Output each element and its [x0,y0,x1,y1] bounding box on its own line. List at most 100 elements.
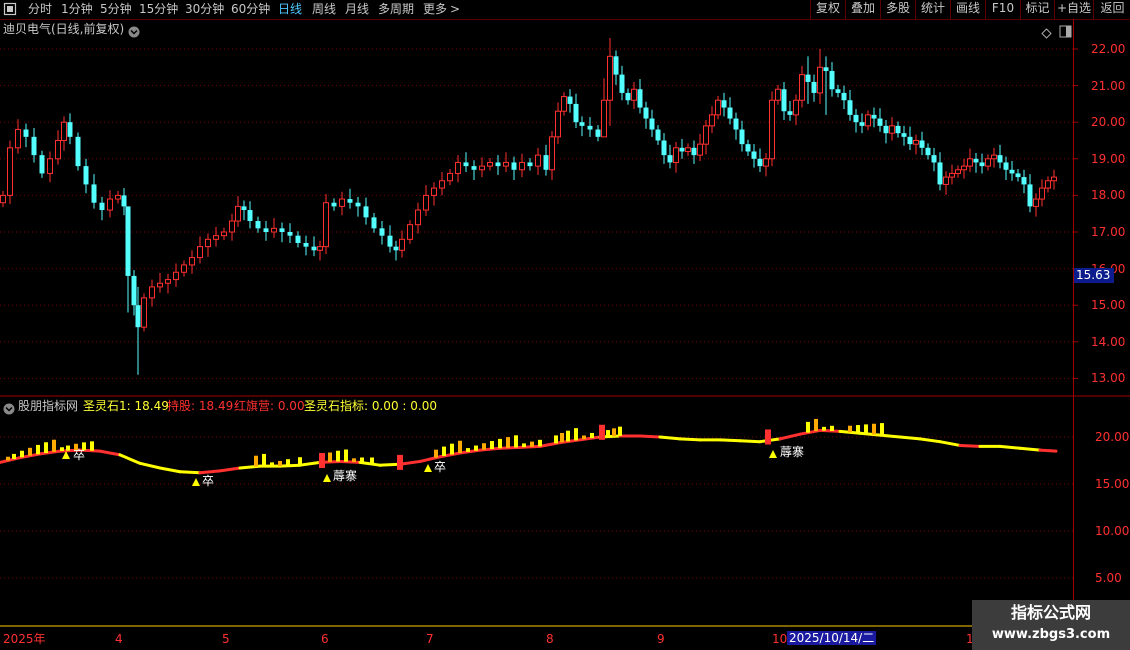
indicator-bar [458,440,462,453]
indicator-name[interactable]: 股朋指标网 [18,399,78,413]
indicator-line-segment [178,470,202,475]
candle-body-down [1015,173,1021,178]
mark-button[interactable]: 标记 [1020,0,1054,19]
candle-body-down [511,162,517,170]
indicator-chevron-icon[interactable] [3,400,15,419]
indicator-line-segment [878,433,902,439]
f10-button[interactable]: F10 [985,0,1020,19]
price-tick-label: 17.00 [1091,225,1126,239]
candle-body-down [573,103,579,123]
candle-body-down [859,122,865,126]
indicator-value-4: 圣灵石指标: 0.00 : 0.00 [304,399,437,413]
price-tick-label: 18.00 [1091,188,1126,203]
indicator-line-segment [718,438,742,443]
candle-body-down [279,228,285,232]
period-tab-daily[interactable]: 日线 [278,1,302,18]
stats-button[interactable]: 统计 [915,0,950,19]
candle-body-down [527,162,533,167]
indicator-bar [864,424,868,434]
menu-square-icon[interactable] [3,2,17,19]
candle-body-down [721,100,727,108]
candle-body-up [55,140,61,160]
candle-body-up [685,147,691,152]
candle-body-up [943,176,949,185]
indicator-line-segment [98,449,122,457]
candle-body-down [679,147,685,152]
fuquan-button[interactable]: 复权 [810,0,845,19]
candle-body-down [543,155,549,170]
indicator-line-segment [158,466,182,474]
add-watchlist-button[interactable]: +自选 [1054,0,1093,19]
candle-body-up [115,194,121,200]
indicator-red-block [765,429,771,445]
period-tab-15min[interactable]: 15分钟 [139,1,178,18]
draw-line-button[interactable]: 画线 [950,0,985,19]
overlay-button[interactable]: 叠加 [845,0,880,19]
candle-body-down [131,275,137,306]
indicator-bar [606,430,610,437]
indicator-line-segment [738,439,762,444]
candle-body-up [561,96,567,112]
indicator-bar [830,425,834,431]
candle-body-down [387,235,393,247]
candle-body-up [423,194,429,211]
panel-toggle-icon[interactable] [1059,23,1072,42]
candle-body-up [229,220,235,233]
candle-body-down [1009,169,1015,174]
indicator-line-segment [218,466,242,473]
signal-label: 蓐寨 [780,445,805,459]
indicator-bar [298,457,302,466]
indicator-bar [814,418,818,432]
candle-body-down [99,202,105,211]
candle-body-down [979,162,985,167]
candle-body-up [1033,198,1039,207]
indicator-bar [286,459,290,466]
period-tab-fenshi[interactable]: 分时 [28,1,52,18]
multi-stock-button[interactable]: 多股 [880,0,915,19]
indicator-line-segment [898,435,922,441]
price-tick-label: 21.00 [1091,78,1126,93]
period-tab-5min[interactable]: 5分钟 [100,1,132,18]
candlesticks [0,38,1057,375]
candle-body-up [447,172,453,182]
chart-area[interactable] [0,19,1130,650]
indicator-line-segment [918,437,942,444]
back-button[interactable]: 返回 [1093,0,1130,19]
more-chevron-icon[interactable]: > [450,1,460,18]
period-tab-60min[interactable]: 60分钟 [231,1,270,18]
candle-body-up [399,238,405,251]
period-tab-multi[interactable]: 多周期 [378,1,414,18]
candle-body-up [913,140,919,145]
period-tab-weekly[interactable]: 周线 [312,1,336,18]
period-tab-more[interactable]: 更多 [423,1,447,18]
candle-body-up [107,198,113,211]
indicator-bar [582,435,586,440]
dropdown-chevron-icon[interactable] [128,23,140,42]
period-tab-monthly[interactable]: 月线 [345,1,369,18]
candle-body-down [75,136,81,167]
candle-body-up [799,74,805,101]
candle-body-up [455,161,461,174]
axes [0,19,1130,650]
candle-body-down [751,151,757,159]
period-tab-30min[interactable]: 30分钟 [185,1,224,18]
candle-body-up [487,161,493,167]
indicator-bar [278,460,282,467]
candle-body-down [823,67,829,71]
candle-body-up [213,235,219,240]
grid-lines [0,48,1073,579]
candle-body-up [991,154,997,160]
diamond-icon[interactable] [1041,24,1052,43]
period-tab-1min[interactable]: 1分钟 [61,1,93,18]
candle-body-up [775,88,781,101]
indicator-bar [530,441,534,447]
signal-label: 蓐寨 [333,469,358,483]
candle-body-up [949,172,955,178]
indicator-tick-label: 10.00 [1095,524,1130,538]
candle-body-up [889,125,895,134]
indicator-bar [328,452,332,462]
candle-body-down [853,114,859,123]
candle-body-down [121,195,127,207]
candle-body-down [841,92,847,101]
candle-body-down [91,184,97,203]
